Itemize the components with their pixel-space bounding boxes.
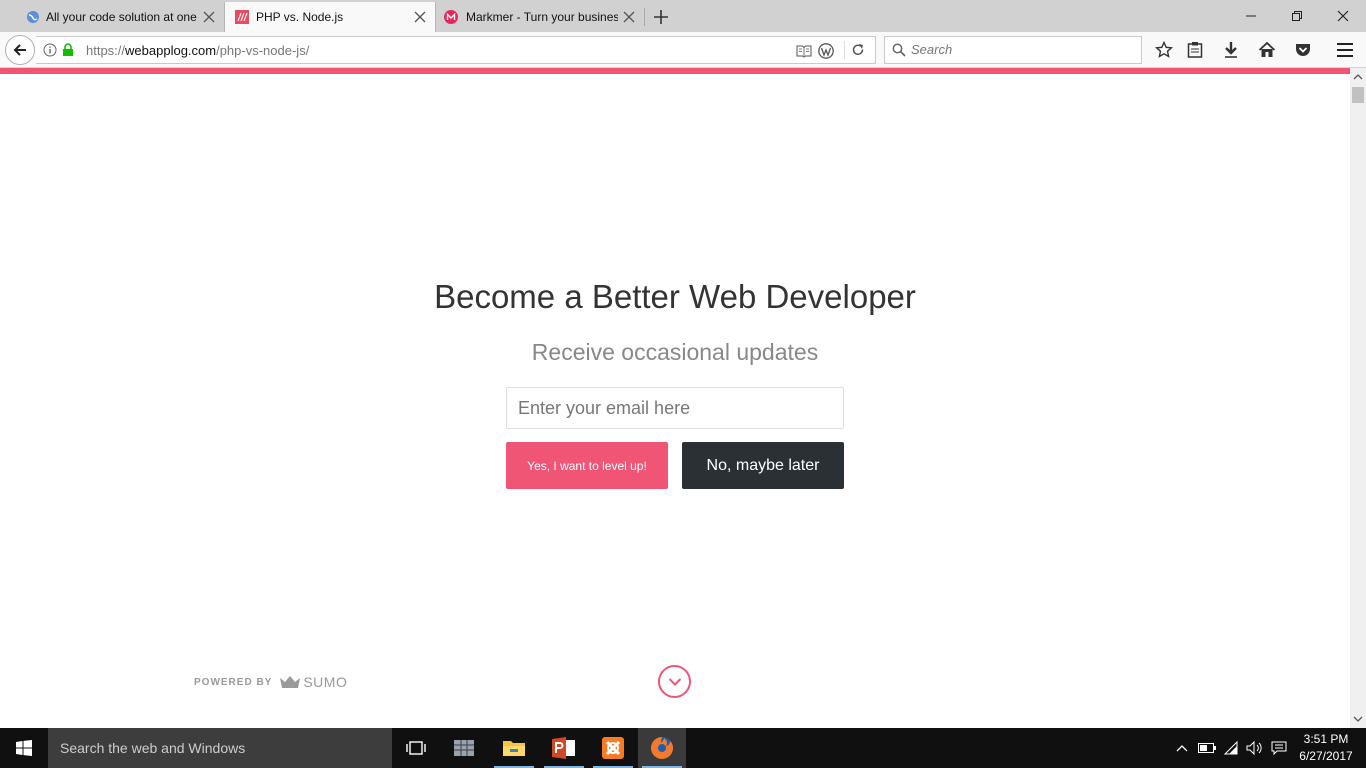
reload-icon[interactable] xyxy=(851,43,865,57)
battery-icon xyxy=(1198,743,1216,753)
tab-php-vs-node[interactable]: PHP vs. Node.js xyxy=(224,2,436,32)
vertical-scrollbar[interactable] xyxy=(1350,68,1366,728)
scroll-up-arrow-icon[interactable] xyxy=(1350,70,1366,84)
clipboard-icon xyxy=(1187,42,1203,58)
taskbar-app-calculator[interactable] xyxy=(440,728,488,768)
task-view-button[interactable] xyxy=(392,728,440,768)
volume-indicator[interactable] xyxy=(1246,740,1264,756)
xampp-icon xyxy=(602,737,624,759)
download-arrow-icon xyxy=(1225,42,1237,58)
menu-button[interactable] xyxy=(1335,40,1355,60)
minimize-icon xyxy=(1246,15,1256,17)
tab-code-solution[interactable]: All your code solution at one place xyxy=(0,2,224,32)
wordpress-icon[interactable] xyxy=(818,43,834,59)
sumo-crown-icon xyxy=(280,676,301,688)
decline-button[interactable]: No, maybe later xyxy=(682,442,844,489)
clock-time: 3:51 PM xyxy=(1303,732,1349,746)
lock-icon xyxy=(63,43,73,56)
reader-view-icon[interactable] xyxy=(796,44,812,58)
windows-taskbar: Search the web and Windows 3:51 PM 6/27/… xyxy=(0,728,1366,768)
notification-icon xyxy=(1271,741,1287,755)
taskbar-app-powerpoint[interactable] xyxy=(540,728,588,768)
restore-icon xyxy=(1292,11,1302,21)
page-viewport: Become a Better Web Developer Receive oc… xyxy=(0,74,1350,728)
scrollbar-thumb[interactable] xyxy=(1352,87,1364,103)
chevron-down-icon xyxy=(668,677,681,686)
info-icon[interactable] xyxy=(43,43,57,57)
url-text[interactable]: https://webapplog.com/php-vs-node-js/ xyxy=(86,43,309,58)
star-icon xyxy=(1155,41,1173,58)
powered-by-sumo[interactable]: POWERED BY SUMO xyxy=(194,674,347,690)
globe-favicon-icon xyxy=(27,11,39,23)
firefox-icon xyxy=(651,737,673,759)
network-indicator[interactable] xyxy=(1223,740,1241,756)
search-icon xyxy=(892,43,906,57)
action-center-button[interactable] xyxy=(1270,740,1288,756)
battery-indicator[interactable] xyxy=(1198,740,1216,756)
url-prefix: https:// xyxy=(86,43,126,58)
speaker-icon xyxy=(1246,741,1262,755)
close-tab-icon[interactable] xyxy=(413,10,427,24)
tab-title: Markmer - Turn your business xyxy=(466,10,618,24)
app-grid-icon xyxy=(454,740,474,756)
task-view-icon xyxy=(406,741,426,755)
reading-list-button[interactable] xyxy=(1185,40,1205,60)
address-bar[interactable]: https://webapplog.com/php-vs-node-js/ xyxy=(36,36,876,64)
tab-title: PHP vs. Node.js xyxy=(256,10,344,24)
windows-logo-icon xyxy=(16,740,32,756)
search-bar[interactable] xyxy=(884,36,1142,64)
show-hidden-icons-button[interactable] xyxy=(1173,740,1191,756)
minimize-button[interactable] xyxy=(1228,4,1274,28)
tab-title: All your code solution at one place xyxy=(46,10,198,24)
powerpoint-icon xyxy=(552,737,575,759)
optin-headline: Become a Better Web Developer xyxy=(434,278,916,315)
powered-by-label: POWERED BY xyxy=(194,676,273,688)
bookmark-star-button[interactable] xyxy=(1154,40,1174,60)
nav-toolbar: https://webapplog.com/php-vs-node-js/ xyxy=(0,32,1366,68)
home-button[interactable] xyxy=(1257,40,1277,60)
scroll-down-button[interactable] xyxy=(658,665,691,698)
pocket-button[interactable] xyxy=(1293,40,1313,60)
tab-strip: All your code solution at one place PHP … xyxy=(0,0,1366,32)
start-button[interactable] xyxy=(0,728,48,768)
system-clock[interactable]: 3:51 PM 6/27/2017 xyxy=(1294,731,1358,765)
search-input[interactable] xyxy=(911,42,1131,57)
url-domain: webapplog.com xyxy=(125,43,217,58)
back-arrow-icon xyxy=(13,44,26,56)
taskbar-app-file-explorer[interactable] xyxy=(490,728,538,768)
hamburger-menu-icon xyxy=(1337,43,1353,57)
close-tab-icon[interactable] xyxy=(622,10,636,24)
clock-date: 6/27/2017 xyxy=(1299,749,1353,763)
sumo-brand: SUMO xyxy=(303,674,348,690)
close-window-button[interactable] xyxy=(1320,4,1366,28)
new-tab-icon[interactable] xyxy=(650,6,672,28)
pocket-icon xyxy=(1296,44,1310,56)
restore-button[interactable] xyxy=(1274,4,1320,28)
webapplog-favicon-icon xyxy=(235,10,249,24)
subscribe-button[interactable]: Yes, I want to level up! xyxy=(506,442,668,489)
markmer-favicon-icon xyxy=(444,10,458,24)
home-icon xyxy=(1258,41,1276,57)
tab-markmer[interactable]: Markmer - Turn your business xyxy=(436,2,644,32)
email-field[interactable] xyxy=(506,387,844,429)
chevron-up-icon xyxy=(1176,745,1188,752)
taskbar-search-box[interactable]: Search the web and Windows xyxy=(48,728,392,768)
folder-icon xyxy=(503,741,525,756)
close-tab-icon[interactable] xyxy=(202,10,216,24)
url-divider xyxy=(844,41,845,59)
tab-separator xyxy=(644,8,645,26)
back-button[interactable] xyxy=(5,35,35,65)
wifi-icon xyxy=(1224,741,1238,755)
close-window-icon xyxy=(1337,10,1349,22)
downloads-button[interactable] xyxy=(1221,40,1241,60)
scroll-down-arrow-icon[interactable] xyxy=(1350,712,1366,726)
taskbar-app-xampp[interactable] xyxy=(589,728,637,768)
url-path: /php-vs-node-js/ xyxy=(216,43,310,58)
optin-subheadline: Receive occasional updates xyxy=(531,339,819,365)
taskbar-app-firefox[interactable] xyxy=(638,728,686,768)
